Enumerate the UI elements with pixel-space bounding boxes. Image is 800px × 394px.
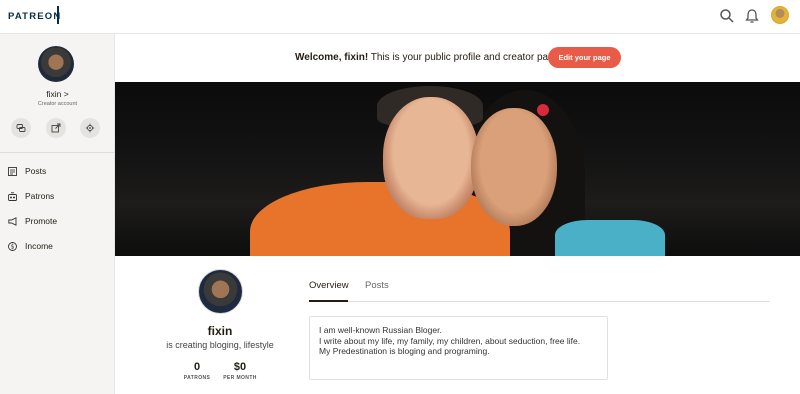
settings-button[interactable] (80, 118, 100, 138)
stat-label: PATRONS (183, 375, 211, 381)
sidebar-item-income[interactable]: $ Income (7, 239, 53, 253)
share-icon (51, 123, 61, 133)
chat-button[interactable] (11, 118, 31, 138)
sidebar-account-name[interactable]: fixin > (0, 89, 115, 99)
about-line: My Predestination is bloging and program… (319, 346, 490, 356)
tab-overview[interactable]: Overview (309, 280, 349, 302)
stat-label: PER MONTH (223, 375, 257, 381)
welcome-greeting: Welcome, fixin! (295, 52, 369, 63)
profile-name: fixin (207, 324, 233, 338)
megaphone-icon (7, 216, 17, 226)
stat-value: 0 (193, 361, 201, 373)
welcome-text: This is your public profile and creator … (368, 52, 562, 63)
patrons-icon (7, 191, 17, 201)
posts-icon (7, 166, 17, 176)
edit-page-button[interactable]: Edit your page (548, 47, 621, 68)
welcome-message: Welcome, fixin! This is your public prof… (295, 52, 562, 63)
sidebar-item-promote[interactable]: Promote (7, 214, 57, 228)
about-line: I am well-known Russian Bloger. (319, 325, 442, 335)
profile-description: is creating bloging, lifestyle (166, 340, 274, 350)
profile-tabs: Overview Posts (309, 280, 770, 302)
sidebar-item-patrons[interactable]: Patrons (7, 189, 54, 203)
logo-divider (57, 6, 59, 24)
sidebar: fixin > Creator account Posts Patrons Pr… (0, 34, 115, 394)
settings-icon (85, 123, 95, 133)
bell-icon[interactable] (744, 8, 760, 24)
profile-avatar (198, 269, 243, 314)
sidebar-item-posts[interactable]: Posts (7, 164, 46, 178)
user-avatar[interactable] (771, 6, 789, 24)
stat-value: $0 (233, 361, 247, 373)
sidebar-avatar[interactable] (38, 46, 74, 82)
svg-text:$: $ (10, 243, 14, 250)
top-bar: PATREON (0, 0, 800, 34)
about-box: I am well-known Russian Bloger. I write … (309, 316, 608, 380)
sidebar-item-label: Patrons (25, 191, 55, 201)
search-icon[interactable] (719, 8, 735, 24)
cover-photo (115, 82, 800, 256)
share-button[interactable] (46, 118, 66, 138)
sidebar-item-label: Posts (25, 166, 47, 176)
patreon-logo[interactable]: PATREON (8, 11, 61, 22)
tab-posts[interactable]: Posts (365, 280, 389, 302)
dollar-icon: $ (7, 241, 17, 251)
sidebar-divider (0, 152, 114, 153)
stat-patrons: 0 PATRONS (181, 361, 213, 381)
sidebar-item-label: Promote (25, 216, 58, 226)
chat-icon (16, 124, 26, 132)
about-line: I write about my life, my family, my chi… (319, 335, 581, 346)
stat-per-month: $0 PER MONTH (218, 361, 262, 381)
sidebar-account-type: Creator account (37, 101, 78, 107)
sidebar-item-label: Income (25, 241, 53, 251)
